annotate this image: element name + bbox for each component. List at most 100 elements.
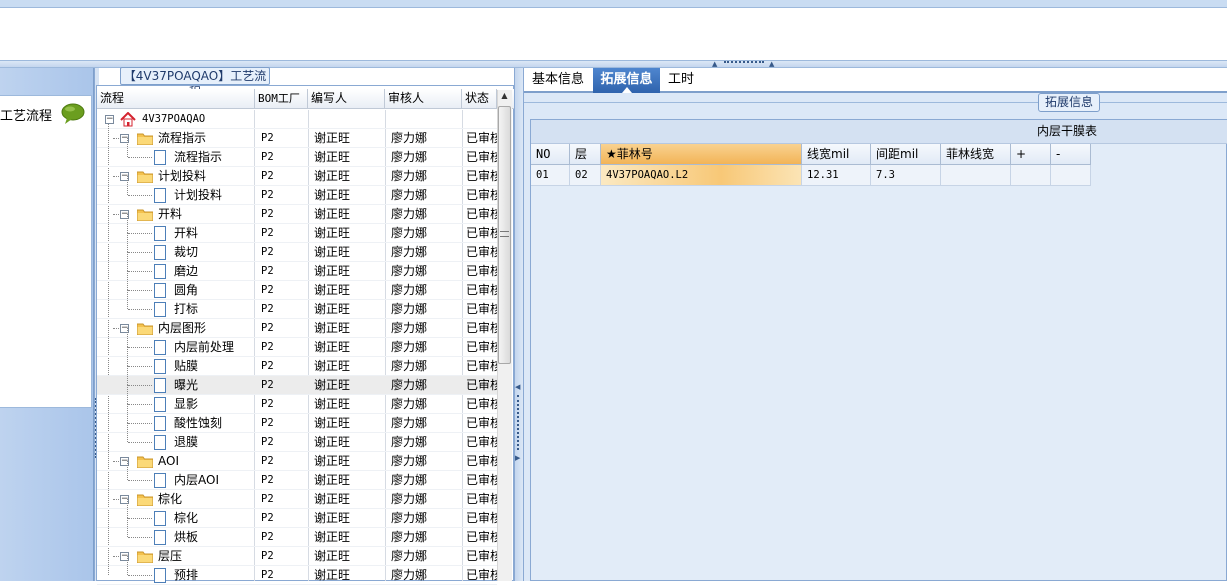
document-icon <box>154 473 166 488</box>
document-icon <box>154 511 166 526</box>
grid-header-film-line-width[interactable]: 菲林线宽 <box>941 144 1011 165</box>
tree-row[interactable]: 烘板 P2 谢正旺 廖力娜 已审核 <box>97 518 497 547</box>
tree-group-label: 计划投料 <box>158 169 207 183</box>
tree-cell-bom: P2 <box>261 360 274 372</box>
column-header-status[interactable]: 状态 <box>462 89 497 109</box>
tree-step-label: 磨边 <box>174 264 199 278</box>
tree-branch-line <box>128 290 152 291</box>
column-header-process[interactable]: 流程 <box>97 89 255 109</box>
tree-branch-line <box>128 575 152 576</box>
folder-icon <box>137 323 153 335</box>
splitter-grip-icon[interactable] <box>517 395 520 450</box>
splitter-grip-icon[interactable] <box>724 61 764 65</box>
grid-cell-no[interactable]: 01 <box>531 165 570 186</box>
tree-row[interactable]: − AOI P2 谢正旺 廖力娜 已审核 <box>97 452 497 471</box>
grid-cell-film-line-width[interactable] <box>941 165 1011 186</box>
tree-cell-writer: 谢正旺 <box>314 264 351 278</box>
vertical-splitter[interactable] <box>514 68 524 581</box>
document-icon <box>154 359 166 374</box>
tree-row[interactable]: 退膜 P2 谢正旺 廖力娜 已审核 <box>97 423 497 452</box>
grid-header-line-width[interactable]: 线宽mil <box>802 144 871 165</box>
tree-row[interactable]: − 计划投料 P2 谢正旺 廖力娜 已审核 <box>97 167 497 186</box>
tree-row[interactable]: 棕化 P2 谢正旺 廖力娜 已审核 <box>97 499 497 528</box>
grid-cell-spacing[interactable]: 7.3 <box>871 165 941 186</box>
tree-step-label: 内层前处理 <box>174 340 235 354</box>
tab-basic-info[interactable]: 基本信息 <box>524 68 592 93</box>
tree-cell-writer: 谢正旺 <box>314 188 351 202</box>
splitter-arrow-icon[interactable]: ▶ <box>515 454 520 462</box>
scroll-up-arrow-icon[interactable]: ▲ <box>498 91 511 105</box>
tree-cell-reviewer: 廖力娜 <box>391 511 428 525</box>
tree-row[interactable]: 开料 P2 谢正旺 廖力娜 已审核 <box>97 214 497 243</box>
tree-row[interactable]: − 棕化 P2 谢正旺 廖力娜 已审核 <box>97 490 497 509</box>
tree-cell-status: 已审核 <box>466 321 497 335</box>
folder-icon <box>137 551 153 563</box>
tree-step-label: 预排 <box>174 568 199 582</box>
tree-row[interactable]: − 层压 P2 谢正旺 廖力娜 已审核 <box>97 547 497 566</box>
grid-header-spacing[interactable]: 间距mil <box>871 144 941 165</box>
tree-row[interactable]: 内层AOI P2 谢正旺 廖力娜 已审核 <box>97 461 497 490</box>
grid-header-film-no[interactable]: ★菲林号 <box>601 144 802 165</box>
grid-header-layer[interactable]: 层 <box>570 144 601 165</box>
tree-row[interactable]: − 开料 P2 谢正旺 廖力娜 已审核 <box>97 205 497 224</box>
grid-cell-film-no[interactable]: 4V37POAQAO.L2 <box>601 165 802 186</box>
tree-cell-bom: P2 <box>261 189 274 201</box>
tree-cell-status: 已审核 <box>466 549 497 563</box>
tree-row[interactable]: 打标 P2 谢正旺 廖力娜 已审核 <box>97 290 497 319</box>
tree-step-label: 贴膜 <box>174 359 199 373</box>
tree-cell-writer: 谢正旺 <box>314 340 351 354</box>
tree-branch-line <box>128 309 152 310</box>
tree-branch-line <box>128 347 152 348</box>
chat-bubble-icon[interactable] <box>60 103 86 125</box>
tree-row[interactable]: 预排 P2 谢正旺 廖力娜 已审核 <box>97 556 497 585</box>
dry-film-grid <box>530 119 1227 581</box>
column-header-writer[interactable]: 编写人 <box>308 89 385 109</box>
grid-cell-remove[interactable] <box>1051 165 1091 186</box>
tree-row[interactable]: − 内层图形 P2 谢正旺 廖力娜 已审核 <box>97 319 497 338</box>
grid-header-remove[interactable]: - <box>1051 144 1091 165</box>
grid-header-no[interactable]: NO <box>531 144 570 165</box>
folder-icon <box>137 133 153 145</box>
tree-root-row[interactable]: − 4V37POAQAO <box>97 110 497 129</box>
splitter-arrow-icon[interactable]: ▲ <box>712 60 717 68</box>
tree-row[interactable]: − 流程指示 P2 谢正旺 廖力娜 已审核 <box>97 129 497 148</box>
tree-row[interactable]: 流程指示 P2 谢正旺 廖力娜 已审核 <box>97 138 497 167</box>
grid-cell-line-width[interactable]: 12.31 <box>802 165 871 186</box>
tree-guide-line <box>127 271 128 290</box>
splitter-arrow-icon[interactable]: ▲ <box>769 60 774 68</box>
process-tree-title: 【4V37POAQAO】工艺流程 <box>120 67 270 99</box>
tree-guide-line <box>127 233 128 252</box>
grid-header-add[interactable]: + <box>1011 144 1051 165</box>
tree-row[interactable]: 内层前处理 P2 谢正旺 廖力娜 已审核 <box>97 328 497 357</box>
splitter-arrow-icon[interactable]: ◀ <box>515 383 520 391</box>
tree-cell-reviewer: 廖力娜 <box>391 435 428 449</box>
tree-cell-writer: 谢正旺 <box>314 359 351 373</box>
scrollbar-grip-icon[interactable] <box>500 231 509 237</box>
tree-cell-writer: 谢正旺 <box>314 207 351 221</box>
tree-row[interactable]: 贴膜 P2 谢正旺 廖力娜 已审核 <box>97 347 497 376</box>
tree-cell-reviewer: 廖力娜 <box>391 454 428 468</box>
tree-cell-reviewer: 廖力娜 <box>391 188 428 202</box>
tab-work-hours[interactable]: 工时 <box>661 68 701 93</box>
tree-branch-line <box>128 442 152 443</box>
tree-row[interactable]: 显影 P2 谢正旺 廖力娜 已审核 <box>97 385 497 414</box>
grid-cell-layer[interactable]: 02 <box>570 165 601 186</box>
column-header-bom[interactable]: BOM工厂 <box>255 89 308 109</box>
tree-guide-line <box>127 290 128 309</box>
tree-cell-bom: P2 <box>261 379 274 391</box>
column-header-reviewer[interactable]: 审核人 <box>385 89 462 109</box>
tree-row[interactable]: 裁切 P2 谢正旺 廖力娜 已审核 <box>97 233 497 262</box>
collapse-toggle-icon[interactable]: − <box>105 115 114 124</box>
tree-cell-status: 已审核 <box>466 207 497 221</box>
tree-row[interactable]: 圆角 P2 谢正旺 廖力娜 已审核 <box>97 271 497 300</box>
tree-row[interactable]: 计划投料 P2 谢正旺 廖力娜 已审核 <box>97 176 497 205</box>
grid-cell-add[interactable] <box>1011 165 1051 186</box>
tree-step-label: 打标 <box>174 302 199 316</box>
tree-cell-bom: P2 <box>261 284 274 296</box>
left-process-box[interactable] <box>0 95 92 408</box>
tree-guide-line <box>127 556 128 575</box>
tree-row[interactable]: 磨边 P2 谢正旺 廖力娜 已审核 <box>97 252 497 281</box>
tree-row[interactable]: 曝光 P2 谢正旺 廖力娜 已审核 <box>97 366 497 395</box>
tree-row[interactable]: 酸性蚀刻 P2 谢正旺 廖力娜 已审核 <box>97 404 497 433</box>
tree-step-label: 计划投料 <box>174 188 223 202</box>
